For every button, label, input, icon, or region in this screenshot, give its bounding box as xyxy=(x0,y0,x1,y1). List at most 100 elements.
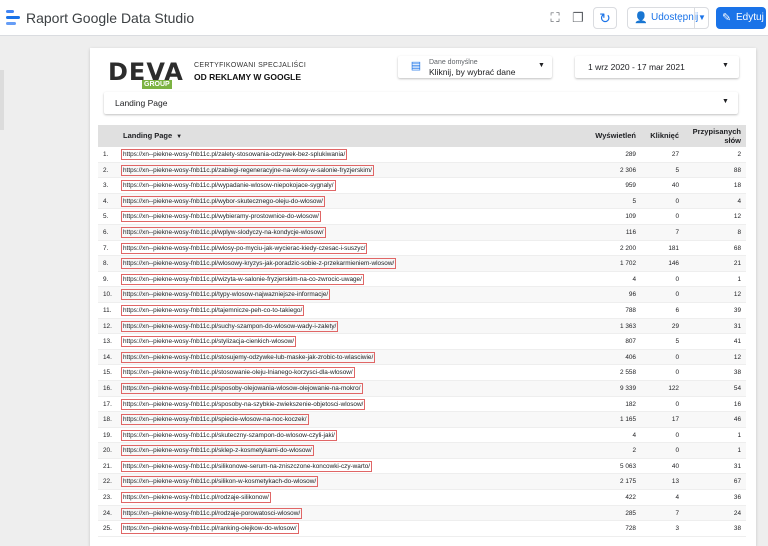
views-value: 96 xyxy=(628,291,636,299)
landing-page-filter[interactable]: Landing Page ▼ xyxy=(104,92,738,114)
table-row[interactable]: 9. https://xn--piekne-wosy-fnb11c.pl/wizy… xyxy=(98,272,746,288)
table-row[interactable]: 13. https://xn--piekne-wosy-fnb11c.pl/sty… xyxy=(98,334,746,350)
landing-page-link[interactable]: https://xn--piekne-wosy-fnb11c.pl/siliko… xyxy=(121,460,373,472)
copy-icon[interactable]: ❐ xyxy=(570,10,586,26)
landing-page-link[interactable]: https://xn--piekne-wosy-fnb11c.pl/rankin… xyxy=(121,523,299,535)
table-row[interactable]: 16. https://xn--piekne-wosy-fnb11c.pl/spo… xyxy=(98,380,746,397)
clicks-value: 0 xyxy=(675,197,679,205)
landing-page-link[interactable]: https://xn--piekne-wosy-fnb11c.pl/wypada… xyxy=(121,180,336,192)
words-value: 36 xyxy=(733,494,741,502)
views-value: 406 xyxy=(625,353,636,361)
table-row[interactable]: 20. https://xn--piekne-wosy-fnb11c.pl/skl… xyxy=(98,443,746,459)
table-row[interactable]: 1. https://xn--piekne-wosy-fnb11c.pl/zale… xyxy=(98,147,746,163)
landing-page-link[interactable]: https://xn--piekne-wosy-fnb11c.pl/wplyw-… xyxy=(121,226,326,238)
views-value: 788 xyxy=(625,306,636,314)
edit-button[interactable]: ✎ Edytuj xyxy=(716,7,766,29)
landing-page-link[interactable]: https://xn--piekne-wosy-fnb11c.pl/sposob… xyxy=(121,398,366,410)
table-row[interactable]: 12. https://xn--piekne-wosy-fnb11c.pl/suc… xyxy=(98,318,746,335)
row-index: 4. xyxy=(103,197,109,205)
table-row[interactable]: 19. https://xn--piekne-wosy-fnb11c.pl/sku… xyxy=(98,428,746,444)
table-row[interactable]: 2. https://xn--piekne-wosy-fnb11c.pl/zabi… xyxy=(98,162,746,179)
views-value: 182 xyxy=(625,400,636,408)
clicks-value: 0 xyxy=(675,213,679,221)
row-index: 22. xyxy=(103,478,112,486)
landing-page-link[interactable]: https://xn--piekne-wosy-fnb11c.pl/tajemn… xyxy=(121,304,305,316)
fullscreen-icon[interactable]: ⛶ xyxy=(547,10,563,26)
clicks-value: 27 xyxy=(671,151,679,158)
data-source-selector[interactable]: ▤ Dane domyślne Kliknij, by wybrać dane … xyxy=(398,56,552,78)
table-row[interactable]: 24. https://xn--piekne-wosy-fnb11c.pl/rod… xyxy=(98,505,746,522)
views-value: 109 xyxy=(625,213,636,221)
refresh-button[interactable]: ↻ xyxy=(593,7,617,29)
table-row[interactable]: 18. https://xn--piekne-wosy-fnb11c.pl/spi… xyxy=(98,412,746,428)
header-landing-page[interactable]: Landing Page ▼ xyxy=(123,131,182,142)
landing-page-link[interactable]: https://xn--piekne-wosy-fnb11c.pl/stosuj… xyxy=(121,351,376,363)
share-divider xyxy=(694,8,695,28)
table-row[interactable]: 17. https://xn--piekne-wosy-fnb11c.pl/spo… xyxy=(98,397,746,413)
landing-page-link[interactable]: https://xn--piekne-wosy-fnb11c.pl/skutec… xyxy=(121,429,337,441)
views-value: 5 xyxy=(632,197,636,205)
clicks-value: 0 xyxy=(675,431,679,439)
landing-page-link[interactable]: https://xn--piekne-wosy-fnb11c.pl/typy-w… xyxy=(121,289,331,301)
landing-page-link[interactable]: https://xn--piekne-wosy-fnb11c.pl/wlosow… xyxy=(121,258,397,270)
clicks-value: 4 xyxy=(675,494,679,502)
landing-page-link[interactable]: https://xn--piekne-wosy-fnb11c.pl/zalety… xyxy=(121,149,348,160)
landing-page-link[interactable]: https://xn--piekne-wosy-fnb11c.pl/rodzaj… xyxy=(121,492,271,504)
clicks-value: 146 xyxy=(668,260,679,268)
date-range-value: 1 wrz 2020 - 17 mar 2021 xyxy=(588,62,685,72)
row-index: 6. xyxy=(103,228,109,236)
views-value: 422 xyxy=(625,494,636,502)
landing-page-link[interactable]: https://xn--piekne-wosy-fnb11c.pl/wybier… xyxy=(121,211,321,223)
table-row[interactable]: 14. https://xn--piekne-wosy-fnb11c.pl/sto… xyxy=(98,349,746,366)
header-views[interactable]: Wyświetleń xyxy=(595,131,636,140)
share-button[interactable]: 👤 Udostępnij ▼ xyxy=(627,7,709,29)
table-row[interactable]: 5. https://xn--piekne-wosy-fnb11c.pl/wybi… xyxy=(98,209,746,225)
landing-page-link[interactable]: https://xn--piekne-wosy-fnb11c.pl/suchy-… xyxy=(121,320,339,332)
landing-page-link[interactable]: https://xn--piekne-wosy-fnb11c.pl/sposob… xyxy=(121,382,363,394)
data-source-title: Dane domyślne xyxy=(429,59,478,66)
triangle-down-icon: ▼ xyxy=(722,62,729,69)
report-canvas: DEVA GROUP CERTYFIKOWANI SPECJALIŚCI OD … xyxy=(90,48,756,546)
table-row[interactable]: 25. https://xn--piekne-wosy-fnb11c.pl/ran… xyxy=(98,521,746,537)
table-row[interactable]: 6. https://xn--piekne-wosy-fnb11c.pl/wply… xyxy=(98,224,746,241)
report-title[interactable]: Raport Google Data Studio xyxy=(26,10,194,26)
landing-page-link[interactable]: https://xn--piekne-wosy-fnb11c.pl/wybor-… xyxy=(121,195,325,207)
table-row[interactable]: 3. https://xn--piekne-wosy-fnb11c.pl/wypa… xyxy=(98,178,746,194)
row-index: 13. xyxy=(103,338,112,346)
landing-page-link[interactable]: https://xn--piekne-wosy-fnb11c.pl/wizyta… xyxy=(121,273,364,285)
clicks-value: 7 xyxy=(675,509,679,517)
table-row[interactable]: 22. https://xn--piekne-wosy-fnb11c.pl/sil… xyxy=(98,474,746,491)
table-row[interactable]: 21. https://xn--piekne-wosy-fnb11c.pl/sil… xyxy=(98,459,746,475)
table-row[interactable]: 10. https://xn--piekne-wosy-fnb11c.pl/typ… xyxy=(98,287,746,303)
table-row[interactable]: 8. https://xn--piekne-wosy-fnb11c.pl/wlos… xyxy=(98,256,746,272)
table-row[interactable]: 4. https://xn--piekne-wosy-fnb11c.pl/wybo… xyxy=(98,193,746,210)
landing-page-link[interactable]: https://xn--piekne-wosy-fnb11c.pl/wlosy-… xyxy=(121,242,368,254)
words-value: 12 xyxy=(733,353,741,361)
landing-page-link[interactable]: https://xn--piekne-wosy-fnb11c.pl/spieci… xyxy=(121,414,309,426)
landing-page-link[interactable]: https://xn--piekne-wosy-fnb11c.pl/siliko… xyxy=(121,476,319,488)
sort-desc-icon: ▼ xyxy=(176,134,183,140)
landing-page-link[interactable]: https://xn--piekne-wosy-fnb11c.pl/sklep-… xyxy=(121,445,314,457)
views-value: 2 558 xyxy=(620,369,636,377)
table-row[interactable]: 15. https://xn--piekne-wosy-fnb11c.pl/sto… xyxy=(98,365,746,381)
clicks-value: 7 xyxy=(675,228,679,236)
date-range-control[interactable]: 1 wrz 2020 - 17 mar 2021 ▼ xyxy=(575,56,739,78)
landing-page-link[interactable]: https://xn--piekne-wosy-fnb11c.pl/styliz… xyxy=(121,336,297,348)
share-dropdown-icon[interactable]: ▼ xyxy=(698,8,706,28)
table-row[interactable]: 7. https://xn--piekne-wosy-fnb11c.pl/wlos… xyxy=(98,241,746,257)
landing-page-link[interactable]: https://xn--piekne-wosy-fnb11c.pl/rodzaj… xyxy=(121,507,303,519)
views-value: 116 xyxy=(625,228,636,236)
header-clicks[interactable]: Kliknięć xyxy=(650,131,679,140)
brand-sub: GROUP xyxy=(142,80,172,89)
landing-page-link[interactable]: https://xn--piekne-wosy-fnb11c.pl/zabieg… xyxy=(121,164,374,176)
row-index: 15. xyxy=(103,369,112,377)
brand-tagline-1: CERTYFIKOWANI SPECJALIŚCI xyxy=(194,62,307,69)
table-body: 1. https://xn--piekne-wosy-fnb11c.pl/zale… xyxy=(98,147,746,537)
landing-page-link[interactable]: https://xn--piekne-wosy-fnb11c.pl/stosow… xyxy=(121,367,355,379)
header-assigned-words[interactable]: Przypisanych słów xyxy=(681,127,741,145)
clicks-value: 17 xyxy=(671,416,679,424)
row-index: 9. xyxy=(103,275,109,283)
table-row[interactable]: 23. https://xn--piekne-wosy-fnb11c.pl/rod… xyxy=(98,490,746,506)
table-row[interactable]: 11. https://xn--piekne-wosy-fnb11c.pl/taj… xyxy=(98,303,746,319)
words-value: 31 xyxy=(733,462,741,470)
